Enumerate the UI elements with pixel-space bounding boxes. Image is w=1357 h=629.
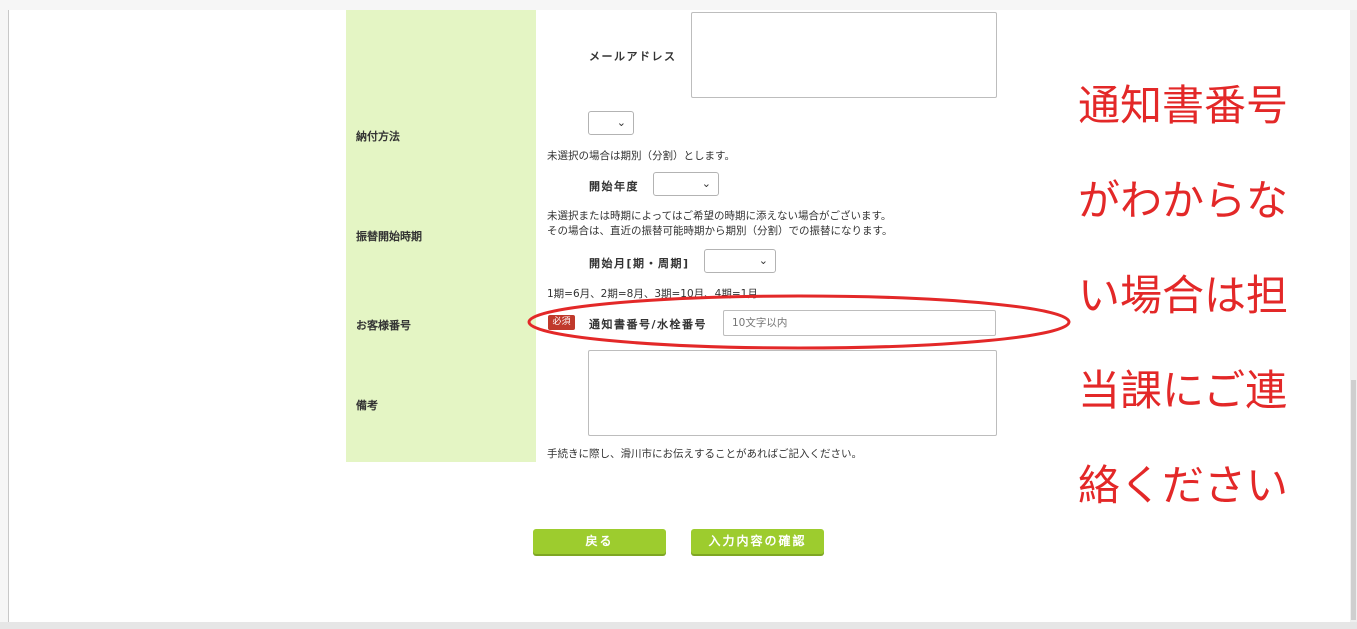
email-label: メールアドレス bbox=[589, 50, 677, 63]
highlight-ellipse bbox=[527, 294, 1071, 350]
chevron-down-icon: ⌄ bbox=[701, 177, 711, 190]
payment-method-note: 未選択の場合は期別（分割）とします。 bbox=[547, 150, 735, 162]
row-label-remarks: 備考 bbox=[356, 399, 378, 412]
start-month-select[interactable]: ⌄ bbox=[704, 249, 776, 273]
annotation-line-2: がわからな bbox=[1078, 176, 1289, 225]
start-year-label: 開始年度 bbox=[589, 180, 639, 193]
chevron-down-icon: ⌄ bbox=[616, 116, 626, 129]
start-year-select[interactable]: ⌄ bbox=[653, 172, 719, 196]
confirm-button[interactable]: 入力内容の確認 bbox=[691, 529, 824, 554]
annotation-line-1: 通知書番号 bbox=[1078, 81, 1289, 130]
annotation-line-4: 当課にご連 bbox=[1078, 366, 1288, 415]
start-timing-note-2: その場合は、直近の振替可能時期から期別（分割）での振替になります。 bbox=[547, 225, 893, 237]
start-month-label: 開始月[期・周期] bbox=[589, 257, 690, 270]
window-bottom-edge bbox=[0, 622, 1357, 629]
annotation-line-3: い場合は担 bbox=[1078, 271, 1289, 320]
row-label-customer-number: お客様番号 bbox=[356, 319, 411, 332]
window-left-edge bbox=[0, 10, 8, 622]
annotation-line-5: 絡ください bbox=[1078, 461, 1289, 510]
email-textarea[interactable] bbox=[691, 12, 997, 98]
payment-method-select[interactable]: ⌄ bbox=[588, 111, 634, 135]
remarks-textarea[interactable] bbox=[588, 350, 997, 436]
row-label-payment-method: 納付方法 bbox=[356, 130, 400, 143]
start-timing-note-1: 未選択または時期によってはご希望の時期に添えない場合がございます。 bbox=[547, 210, 892, 222]
remarks-note: 手続きに際し、滑川市にお伝えすることがあればご記入ください。 bbox=[547, 448, 862, 460]
back-button[interactable]: 戻る bbox=[533, 529, 666, 554]
scrollbar-thumb[interactable] bbox=[1351, 380, 1356, 620]
row-label-transfer-start: 振替開始時期 bbox=[356, 230, 422, 243]
chevron-down-icon: ⌄ bbox=[758, 254, 768, 267]
